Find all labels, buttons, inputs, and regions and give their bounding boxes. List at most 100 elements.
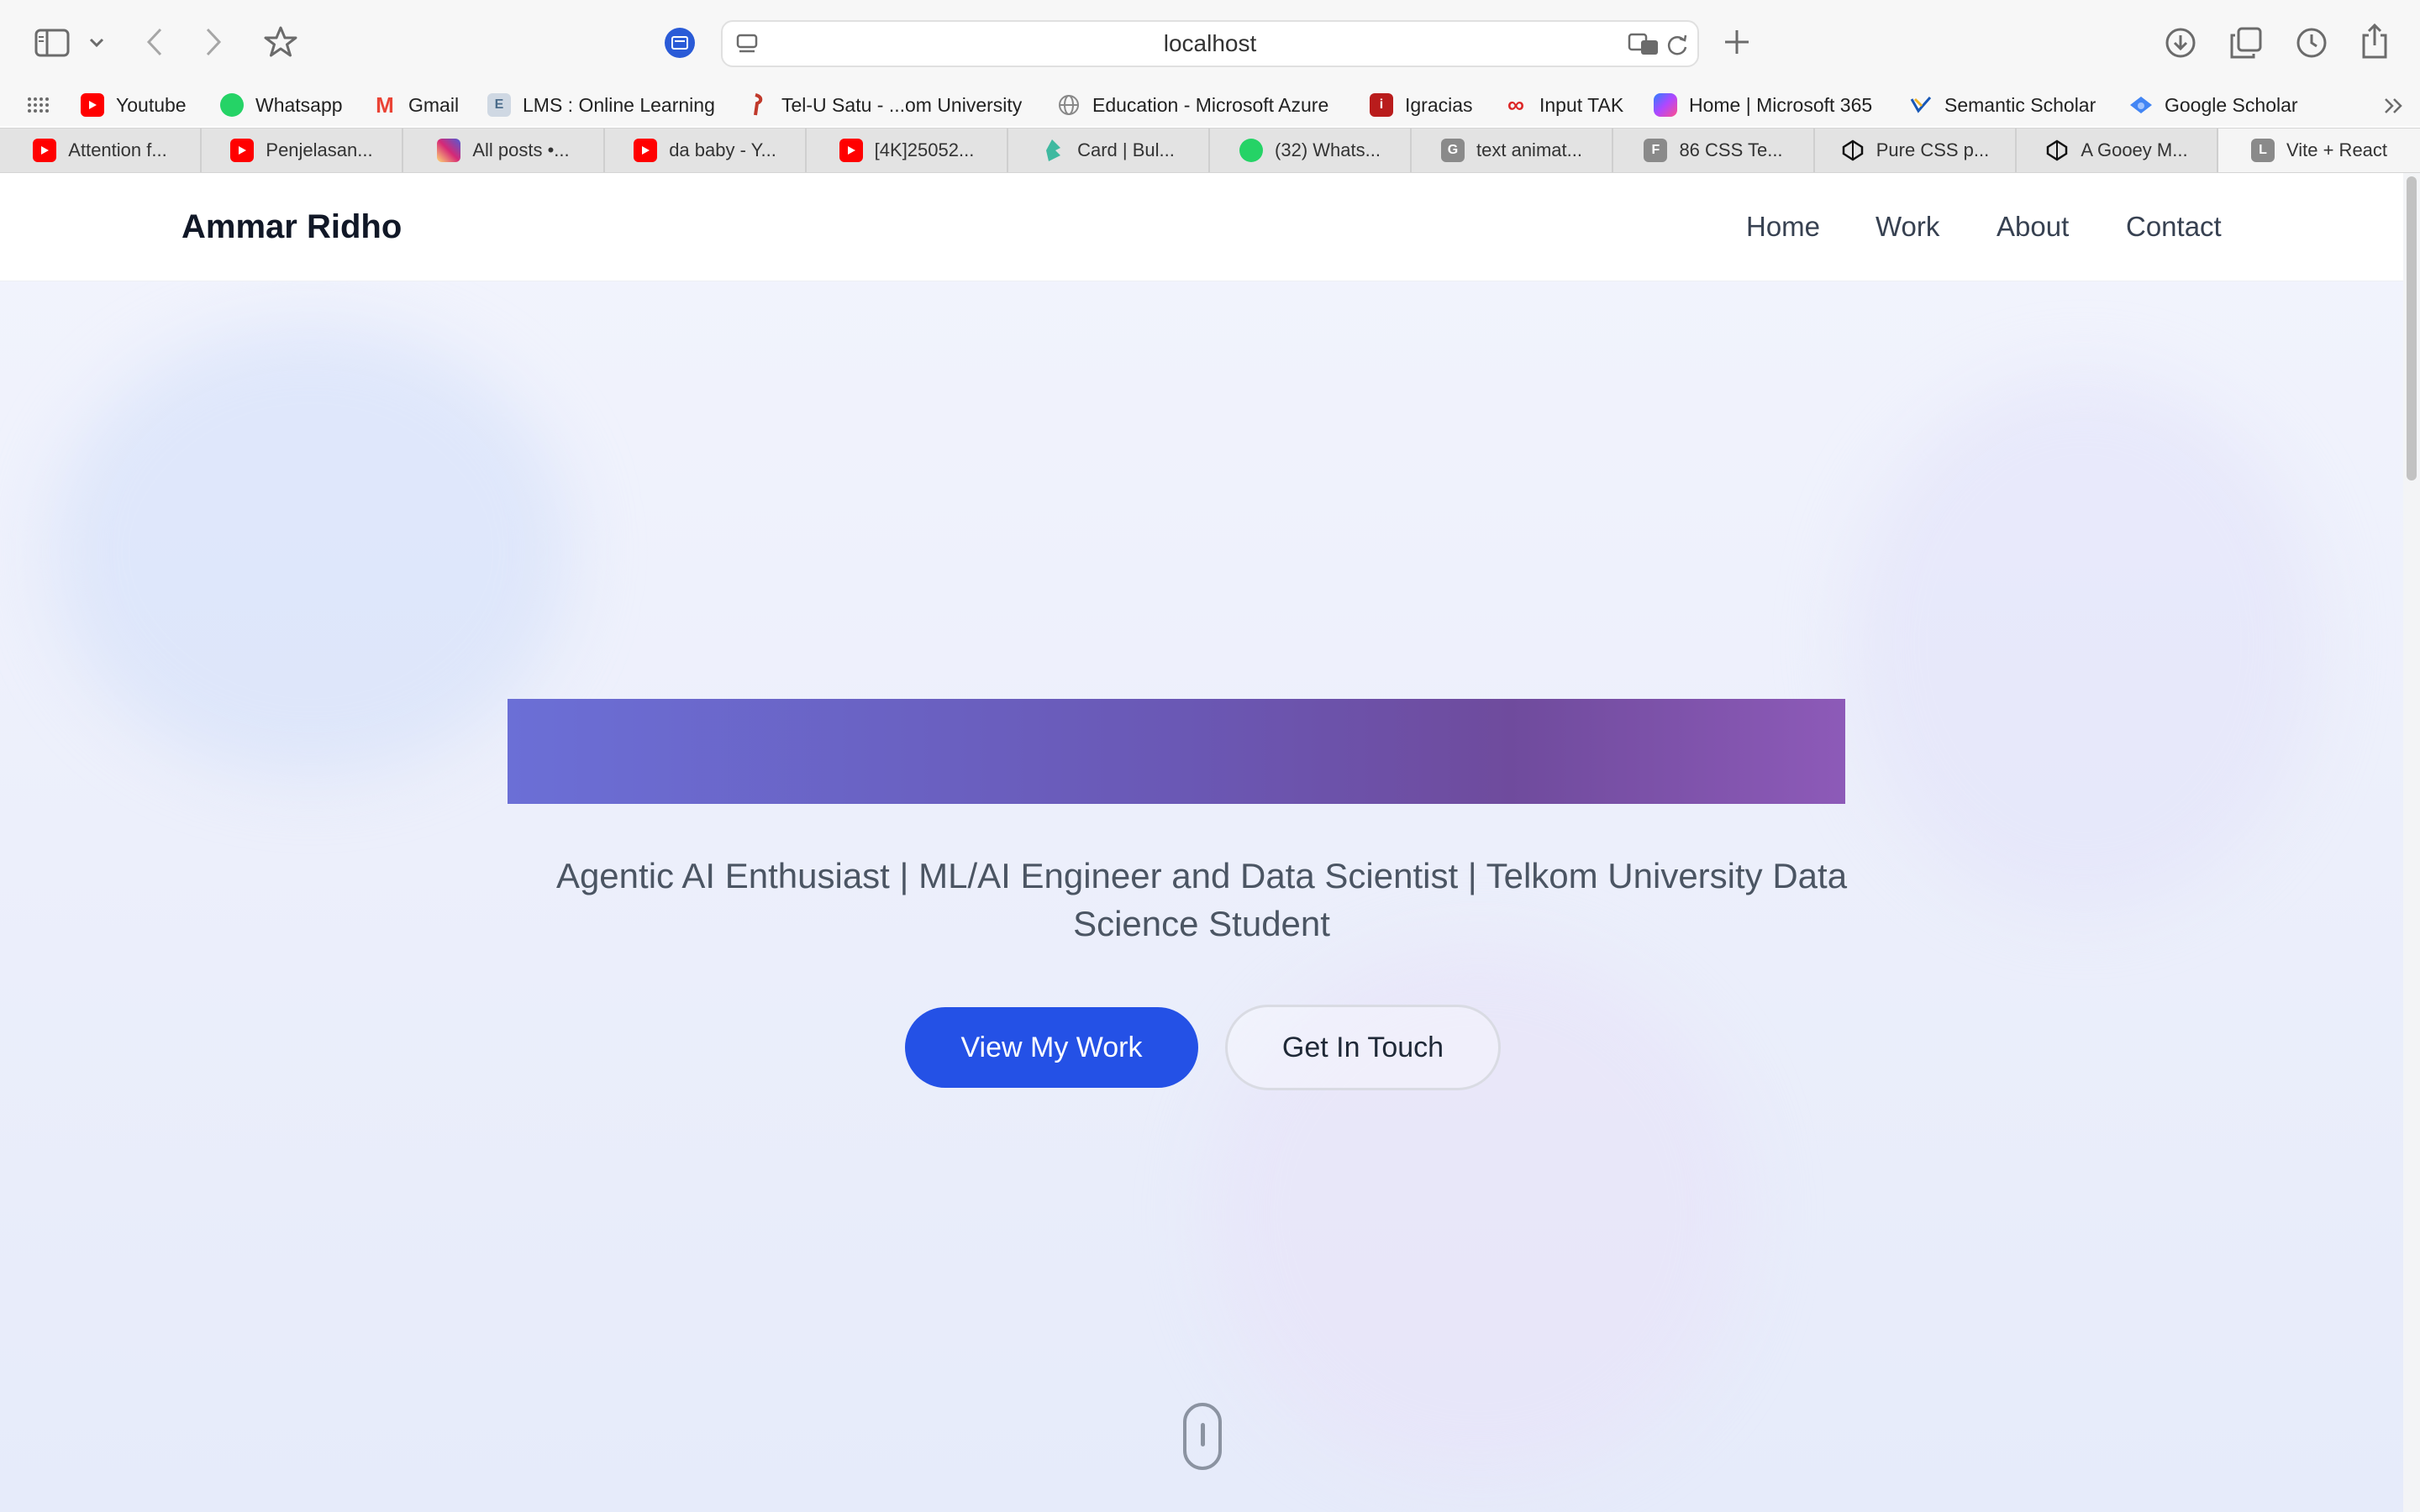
bookmark-label: Whatsapp <box>255 93 343 116</box>
url-text: localhost <box>1163 30 1257 56</box>
tab-gooey[interactable]: A Gooey M... <box>2017 129 2218 172</box>
bookmark-lms[interactable]: E LMS : Online Learning <box>487 84 715 126</box>
site-brand[interactable]: Ammar Ridho <box>182 173 402 281</box>
bookmark-label: Home | Microsoft 365 <box>1689 93 1873 116</box>
tab-label: Pure CSS p... <box>1876 139 1990 160</box>
bookmark-label: Youtube <box>116 93 187 116</box>
bookmark-label: Google Scholar <box>2165 93 2298 116</box>
bookmark-label: Input TAK <box>1539 93 1624 116</box>
clock-icon[interactable] <box>2294 25 2329 60</box>
bookmark-microsoft-365[interactable]: Home | Microsoft 365 <box>1654 84 1872 126</box>
reload-icon[interactable] <box>1664 32 1691 59</box>
site-navbar: Ammar Ridho Home Work About Contact <box>0 173 2403 281</box>
bookmark-semantic-scholar[interactable]: Semantic Scholar <box>1909 84 2096 126</box>
bookmark-label: Gmail <box>408 93 460 116</box>
tab-label: All posts •... <box>472 139 570 160</box>
bookmark-igracias[interactable]: i Igracias <box>1370 84 1473 126</box>
bookmark-youtube[interactable]: Youtube <box>81 84 187 126</box>
hero-gradient-banner <box>508 699 1845 804</box>
bookmark-label: LMS : Online Learning <box>523 93 715 116</box>
page-viewport: Ammar Ridho Home Work About Contact Agen… <box>0 173 2420 1512</box>
browser-toolbar: localhost <box>0 0 2420 84</box>
translate-icon[interactable] <box>1627 32 1660 57</box>
bookmarks-bar: Youtube Whatsapp M Gmail E LMS : Online … <box>0 84 2420 126</box>
igracias-icon: i <box>1370 93 1393 117</box>
chevron-right-icon[interactable] <box>200 25 227 59</box>
extension-icon[interactable] <box>664 27 696 59</box>
bookmark-gmail[interactable]: M Gmail <box>373 84 459 126</box>
bookmark-label: Tel-U Satu - ...om University <box>781 93 1023 116</box>
telu-icon <box>746 93 770 117</box>
tab-whatsapp[interactable]: (32) Whats... <box>1210 129 1412 172</box>
nav-contact[interactable]: Contact <box>2126 173 2222 281</box>
scrollbar-thumb[interactable] <box>2407 176 2417 480</box>
bookmark-azure-education[interactable]: Education - Microsoft Azure <box>1057 84 1328 126</box>
share-icon[interactable] <box>2358 22 2391 60</box>
youtube-icon <box>81 93 104 117</box>
letter-g-icon: G <box>1441 139 1465 162</box>
bookmark-label: Semantic Scholar <box>1944 93 2096 116</box>
tabs-icon[interactable] <box>2228 25 2264 60</box>
codepen-icon <box>1841 139 1865 162</box>
tab-label: Card | Bul... <box>1077 139 1175 160</box>
get-in-touch-button[interactable]: Get In Touch <box>1225 1005 1501 1090</box>
tab-strip: Attention f... Penjelasan... All posts •… <box>0 128 2420 173</box>
youtube-icon <box>230 139 255 162</box>
tab-vite-react[interactable]: L Vite + React <box>2218 129 2420 172</box>
whatsapp-icon <box>1239 139 1264 162</box>
bookmark-label: Education - Microsoft Azure <box>1092 93 1329 116</box>
gmail-icon: M <box>376 92 394 118</box>
download-icon[interactable] <box>2163 25 2198 60</box>
instagram-icon <box>437 139 461 162</box>
tab-label: A Gooey M... <box>2081 139 2188 160</box>
star-icon[interactable] <box>262 24 299 60</box>
tab-label: da baby - Y... <box>669 139 776 160</box>
m365-icon <box>1654 93 1677 117</box>
chevron-left-icon[interactable] <box>141 25 168 59</box>
letter-f-icon: F <box>1644 139 1668 162</box>
plus-icon[interactable] <box>1721 24 1753 60</box>
nav-work[interactable]: Work <box>1876 173 1939 281</box>
tab-label: text animat... <box>1476 139 1582 160</box>
tab-attention[interactable]: Attention f... <box>0 129 202 172</box>
tab-penjelasan[interactable]: Penjelasan... <box>202 129 403 172</box>
tab-4k[interactable]: [4K]25052... <box>807 129 1008 172</box>
sidebar-icon[interactable] <box>32 27 72 59</box>
youtube-icon <box>33 139 57 162</box>
tab-86-css[interactable]: F 86 CSS Te... <box>1613 129 1815 172</box>
youtube-icon <box>839 139 863 162</box>
scroll-wheel <box>1201 1423 1205 1446</box>
address-bar[interactable]: localhost <box>721 20 1699 67</box>
chevron-down-icon[interactable] <box>86 32 108 54</box>
tab-pure-css[interactable]: Pure CSS p... <box>1815 129 2017 172</box>
bookmark-google-scholar[interactable]: Google Scholar <box>2129 84 2298 126</box>
tab-label: Vite + React <box>2286 139 2388 160</box>
apps-grid-icon[interactable] <box>25 94 50 116</box>
tab-label: Penjelasan... <box>266 139 373 160</box>
background-blob <box>1849 375 2319 912</box>
bulma-icon <box>1042 139 1065 162</box>
infinity-icon: ∞ <box>1507 92 1524 118</box>
tab-label: [4K]25052... <box>874 139 975 160</box>
letter-l-icon: L <box>2250 139 2275 162</box>
google-scholar-icon <box>2129 93 2153 117</box>
youtube-icon <box>634 139 658 162</box>
hero-tagline: Agentic AI Enthusiast | ML/AI Engineer a… <box>555 856 1848 943</box>
tab-label: 86 CSS Te... <box>1679 139 1783 160</box>
tab-all-posts[interactable]: All posts •... <box>403 129 605 172</box>
lms-icon: E <box>487 93 511 117</box>
bookmark-label: Igracias <box>1405 93 1473 116</box>
codepen-icon <box>2045 139 2069 162</box>
bookmark-tel-u-satu[interactable]: Tel-U Satu - ...om University <box>746 84 1022 126</box>
nav-about[interactable]: About <box>1996 173 2069 281</box>
bookmark-input-tak[interactable]: ∞ Input TAK <box>1504 84 1623 126</box>
semantic-scholar-icon <box>1909 93 1933 117</box>
bookmark-whatsapp[interactable]: Whatsapp <box>220 84 343 126</box>
tab-text-animation[interactable]: G 86 CSS Te... text animat... <box>1412 129 1613 172</box>
tab-da-baby[interactable]: da baby - Y... <box>605 129 807 172</box>
double-chevron-right-icon[interactable] <box>2381 94 2407 118</box>
globe-icon <box>1057 93 1081 117</box>
tab-card-bulma[interactable]: Card | Bul... <box>1008 129 1210 172</box>
nav-home[interactable]: Home <box>1746 173 1820 281</box>
view-my-work-button[interactable]: View My Work <box>905 1007 1198 1088</box>
